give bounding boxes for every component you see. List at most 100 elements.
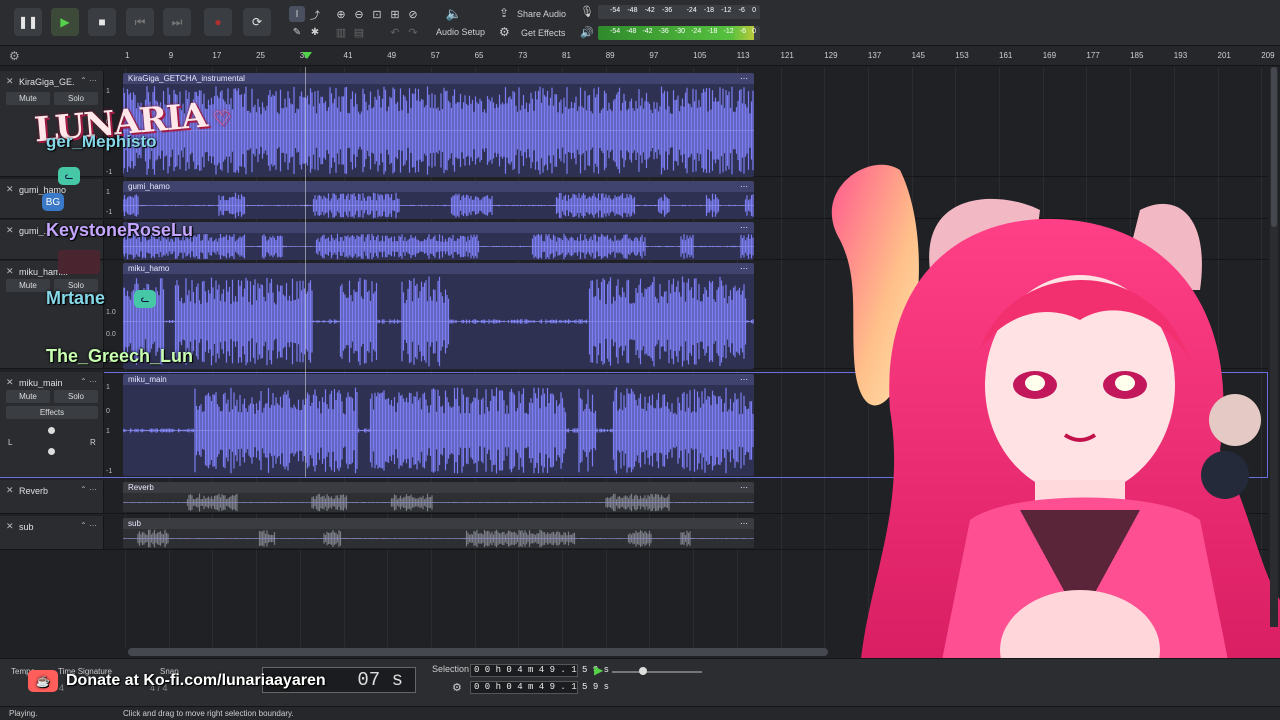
close-track-icon[interactable]: ✕: [6, 377, 14, 388]
get-effects-button[interactable]: Get Effects: [521, 28, 565, 38]
scale-label: 1: [106, 88, 110, 95]
envelope-tool-icon[interactable]: ⤴: [307, 6, 323, 22]
track-header[interactable]: ✕ Reverb ⌃ ⋯: [0, 480, 104, 513]
audio-clip[interactable]: miku_hamo ⋯: [123, 263, 754, 369]
pause-button[interactable]: ❚❚: [14, 8, 42, 36]
skip-start-button[interactable]: ⏮: [126, 8, 154, 36]
share-audio-button[interactable]: Share Audio: [517, 9, 566, 19]
playhead-marker[interactable]: [302, 52, 312, 59]
zoom-toggle-icon[interactable]: ⊘: [405, 6, 421, 22]
waveform[interactable]: [123, 529, 754, 548]
meter-tick: -54: [610, 7, 621, 14]
vtuber-avatar: [831, 164, 1280, 720]
scale-label: -1: [106, 209, 113, 216]
status-state: Playing.: [9, 709, 38, 718]
close-track-icon[interactable]: ✕: [6, 485, 14, 496]
track-menu-icon[interactable]: ⌃ ⋯: [80, 377, 97, 386]
record-button[interactable]: ●: [204, 8, 232, 36]
trim-icon[interactable]: ▥: [333, 24, 349, 40]
zoom-out-icon[interactable]: ⊖: [351, 6, 367, 22]
ruler-tick: 121: [780, 51, 794, 60]
timeline-ruler[interactable]: ⚙ 1 9 17 25 33 41 49 57 65 73 81 89 97 105 113 121 129 13…: [0, 46, 1280, 66]
mute-button[interactable]: Mute: [6, 279, 50, 292]
redo-icon[interactable]: ↷: [405, 24, 421, 40]
speed-slider[interactable]: [612, 671, 702, 673]
waveform[interactable]: [123, 233, 754, 260]
microphone-icon[interactable]: 🎙: [580, 5, 594, 18]
play-at-speed-icon[interactable]: ▶: [594, 663, 603, 677]
effects-button[interactable]: Effects: [6, 406, 98, 419]
clip-menu-icon[interactable]: ⋯: [740, 374, 748, 385]
ruler-tick: 129: [824, 51, 838, 60]
fit-selection-icon[interactable]: ⊡: [369, 6, 385, 22]
multi-tool-icon[interactable]: ✱: [307, 24, 323, 40]
draw-tool-icon[interactable]: ✎: [289, 24, 305, 40]
audio-clip[interactable]: miku_main ⋯: [123, 374, 754, 476]
selection-tool-icon[interactable]: I: [289, 6, 305, 22]
selection-settings-icon[interactable]: ⚙: [452, 681, 462, 694]
audio-clip[interactable]: Reverb ⋯: [123, 482, 754, 512]
waveform[interactable]: [123, 385, 754, 476]
track-header[interactable]: ✕ miku_main ⌃ ⋯ Mute Solo Effects L R: [0, 372, 104, 477]
selection-end-field[interactable]: 0 0 h 0 4 m 4 9 . 1 5 9 s: [470, 681, 609, 694]
audio-setup-button[interactable]: Audio Setup: [436, 27, 485, 37]
vertical-scrollbar[interactable]: [1270, 67, 1278, 627]
skip-end-button[interactable]: ⏭: [163, 8, 191, 36]
track-header[interactable]: ✕ sub ⌃ ⋯: [0, 516, 104, 549]
track-name: miku_main: [19, 378, 63, 388]
waveform[interactable]: [123, 493, 754, 512]
clip-menu-icon[interactable]: ⋯: [740, 73, 748, 84]
zoom-in-icon[interactable]: ⊕: [333, 6, 349, 22]
ruler-tick: 9: [168, 51, 174, 60]
selection-start-field[interactable]: 0 0 h 0 4 m 4 9 . 1 5 9 s: [470, 664, 609, 677]
fit-project-icon[interactable]: ⊞: [387, 6, 403, 22]
clip-menu-icon[interactable]: ⋯: [740, 482, 748, 493]
horizontal-scrollbar[interactable]: [128, 648, 828, 656]
get-effects-icon: ⚙: [499, 25, 510, 39]
meter-tick: 0: [752, 28, 756, 35]
meter-tick: -18: [703, 7, 715, 14]
close-track-icon[interactable]: ✕: [6, 521, 14, 532]
meter-tick: -24: [686, 7, 697, 14]
undo-icon[interactable]: ↶: [387, 24, 403, 40]
solo-button[interactable]: Solo: [54, 390, 98, 403]
clip-menu-icon[interactable]: ⋯: [740, 518, 748, 529]
track-menu-icon[interactable]: ⌃ ⋯: [80, 76, 97, 85]
play-button[interactable]: ▶: [51, 8, 79, 36]
loop-button[interactable]: ⟳: [243, 8, 271, 36]
clip-menu-icon[interactable]: ⋯: [740, 263, 748, 274]
stop-button[interactable]: ■: [88, 8, 116, 36]
chat-name-partial: ger_Mephisto: [46, 132, 157, 151]
audio-clip[interactable]: ⋯: [123, 222, 754, 260]
speed-slider-handle[interactable]: [639, 667, 647, 675]
scroll-thumb[interactable]: [1271, 67, 1277, 227]
close-track-icon[interactable]: ✕: [6, 76, 14, 87]
pan-slider-handle[interactable]: [48, 448, 55, 455]
solo-button[interactable]: Solo: [54, 92, 98, 105]
silence-icon[interactable]: ▤: [351, 24, 367, 40]
clip-menu-icon[interactable]: ⋯: [740, 222, 748, 233]
close-track-icon[interactable]: ✕: [6, 266, 14, 277]
chat-name-1: KeystoneRoseLu: [46, 220, 194, 240]
waveform[interactable]: [123, 192, 754, 219]
audacity-window: ❚❚ ▶ ■ ⏮ ⏭ ● ⟳ I ⤴ ✎ ✱ ⊕ ⊖ ⊡ ⊞ ⊘ ▥ ▤ ↶ ↷…: [0, 0, 1280, 720]
meter-tick: -30: [674, 28, 685, 35]
mute-button[interactable]: Mute: [6, 92, 50, 105]
audio-clip[interactable]: gumi_hamo ⋯: [123, 181, 754, 219]
mute-button[interactable]: Mute: [6, 390, 50, 403]
waveform[interactable]: [123, 274, 754, 369]
clip-menu-icon[interactable]: ⋯: [740, 181, 748, 192]
ruler-settings-icon[interactable]: ⚙: [9, 49, 20, 63]
close-track-icon[interactable]: ✕: [6, 225, 14, 236]
speaker-icon[interactable]: 🔈: [446, 6, 462, 22]
track-menu-icon[interactable]: ⌃ ⋯: [80, 485, 97, 494]
user-avatar: [58, 250, 100, 274]
gain-slider-handle[interactable]: [48, 427, 55, 434]
audio-clip[interactable]: sub ⋯: [123, 518, 754, 548]
meter-tick: -48: [626, 28, 637, 35]
track-menu-icon[interactable]: ⌃ ⋯: [80, 521, 97, 530]
playback-meter[interactable]: -54 -48 -42 -36 -30 -24 -18 -12 -6 0: [598, 26, 760, 40]
close-track-icon[interactable]: ✕: [6, 184, 14, 195]
recording-meter[interactable]: -54 -48 -42 -36 -24 -18 -12 -6 0: [598, 5, 760, 19]
speaker-meter-icon[interactable]: 🔊: [580, 26, 594, 39]
